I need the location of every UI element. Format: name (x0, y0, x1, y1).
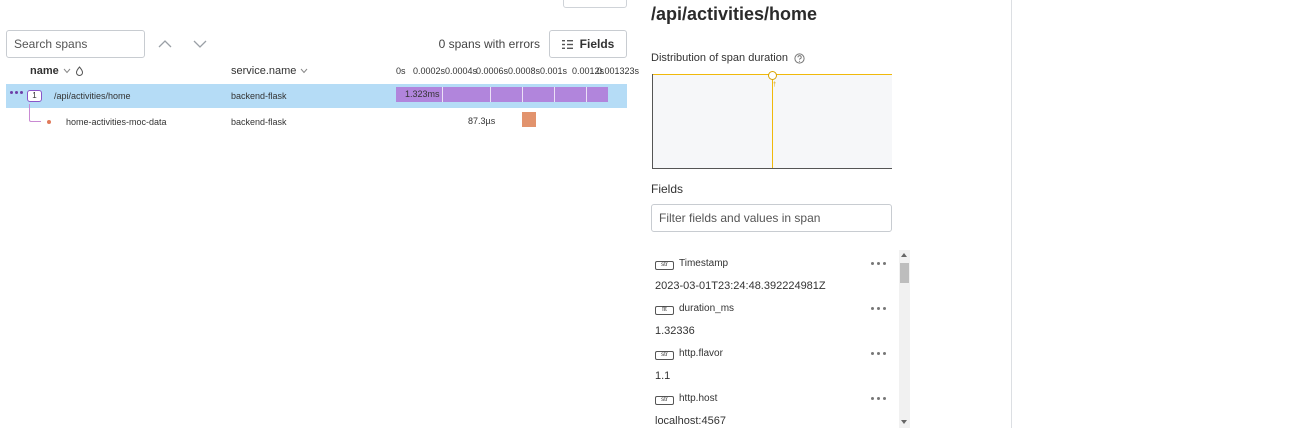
timeline-tick: 0.0006s (476, 66, 509, 76)
field-key: Timestamp (679, 258, 729, 269)
top-toolbar-button[interactable] (563, 0, 627, 8)
span-duration-label: 1.323ms (405, 89, 440, 99)
field-list: str Timestamp 2023-03-01T23:24:48.392224… (651, 248, 911, 428)
span-duration-bar[interactable] (522, 112, 536, 127)
fields-section-label: Fields (651, 182, 684, 196)
span-row-root[interactable]: 1 /api/activities/home backend-flask 1.3… (6, 84, 627, 108)
field-more-icon[interactable] (871, 352, 886, 355)
timeline-tick: 0.001s (540, 66, 568, 76)
filter-fields-input[interactable] (651, 204, 892, 232)
field-value: localhost:4567 (655, 415, 726, 427)
help-icon[interactable] (794, 52, 805, 64)
column-header-name-label: name (30, 65, 59, 77)
field-type-badge: str (655, 261, 674, 270)
duration-histogram[interactable]: † (652, 71, 892, 169)
histogram-marker-tick: † (773, 82, 777, 88)
timeline-axis: 0s 0.0002s 0.0004s 0.0006s 0.0008s 0.001… (396, 66, 640, 78)
search-spans-input[interactable] (6, 30, 145, 58)
chevron-up-icon (158, 40, 172, 48)
span-duration-label: 87.3µs (468, 116, 496, 126)
span-service: backend-flask (231, 117, 287, 127)
field-type-badge: str (655, 351, 674, 360)
field-type-badge: flt (655, 306, 674, 315)
field-list-scrollbar[interactable] (899, 250, 910, 428)
span-service: backend-flask (231, 91, 287, 101)
drop-icon (75, 66, 83, 76)
next-match-button[interactable] (192, 36, 208, 52)
field-key: http.flavor (679, 348, 723, 359)
span-name: home-activities-moc-data (66, 117, 167, 127)
span-row-child[interactable]: home-activities-moc-data backend-flask 8… (6, 109, 627, 133)
child-count-badge[interactable]: 1 (27, 90, 42, 102)
timeline-tick: 0.0002s (413, 66, 446, 76)
chevron-down-icon (63, 68, 71, 74)
timeline-tick: 0s (396, 66, 406, 76)
span-detail-title: /api/activities/home (651, 4, 818, 24)
histogram-marker-line (772, 74, 773, 168)
list-columns-icon (561, 39, 573, 49)
field-key: duration_ms (679, 303, 735, 314)
span-name: /api/activities/home (54, 91, 131, 101)
previous-match-button[interactable] (157, 36, 173, 52)
timeline-tick: 0.0004s (445, 66, 478, 76)
field-more-icon[interactable] (871, 262, 886, 265)
field-type-badge: str (655, 396, 674, 405)
field-value: 2023-03-01T23:24:48.392224981Z (655, 280, 826, 292)
timeline-tick: 0.0008s (508, 66, 541, 76)
span-errors-count: 0 spans with errors (438, 37, 540, 51)
field-more-icon[interactable] (871, 307, 886, 310)
more-options-icon[interactable] (10, 91, 23, 94)
chevron-down-icon (301, 68, 308, 74)
fields-button[interactable]: Fields (549, 30, 627, 58)
field-value: 1.32336 (655, 325, 695, 337)
scroll-down-icon[interactable] (901, 420, 907, 424)
scrollbar-thumb[interactable] (900, 263, 909, 283)
field-value: 1.1 (655, 370, 671, 382)
column-header-service-label: service.name (231, 65, 297, 77)
field-key: http.host (679, 393, 718, 404)
histogram-marker-handle[interactable] (768, 71, 777, 80)
distribution-header: Distribution of span duration (651, 52, 805, 64)
chevron-down-icon (193, 40, 207, 48)
panel-divider (1011, 0, 1012, 428)
scroll-up-icon[interactable] (901, 253, 907, 257)
timeline-tick: 0.001323s (597, 66, 640, 76)
field-more-icon[interactable] (871, 397, 886, 400)
distribution-label: Distribution of span duration (651, 52, 788, 64)
fields-button-label: Fields (579, 37, 615, 51)
column-header-service[interactable]: service.name (231, 65, 308, 77)
column-header-name[interactable]: name (30, 65, 84, 77)
